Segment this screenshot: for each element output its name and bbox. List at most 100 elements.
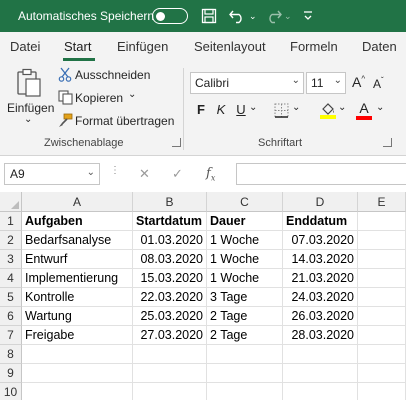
tab-einfuegen[interactable]: Einfügen <box>117 39 168 54</box>
cell-c1[interactable]: Dauer <box>207 212 283 231</box>
select-all-button[interactable] <box>0 192 22 212</box>
cell-c2[interactable]: 1 Woche <box>207 231 283 250</box>
cell-a1[interactable]: Aufgaben <box>22 212 133 231</box>
cell-b6[interactable]: 25.03.2020 <box>133 307 207 326</box>
row-header-3[interactable]: 3 <box>0 250 22 269</box>
tab-daten[interactable]: Daten <box>362 39 397 54</box>
row-header-4[interactable]: 4 <box>0 269 22 288</box>
cell-b9[interactable] <box>133 364 207 383</box>
cell-d8[interactable] <box>283 345 358 364</box>
cell-d3[interactable]: 14.03.2020 <box>283 250 358 269</box>
cell-d5[interactable]: 24.03.2020 <box>283 288 358 307</box>
cell-e7[interactable] <box>358 326 406 345</box>
cell-d1[interactable]: Enddatum <box>283 212 358 231</box>
paste-button[interactable]: Einfügen ⌄ <box>4 64 54 130</box>
cell-b5[interactable]: 22.03.2020 <box>133 288 207 307</box>
tab-seitenlayout[interactable]: Seitenlayout <box>194 39 266 54</box>
cell-e3[interactable] <box>358 250 406 269</box>
cell-c5[interactable]: 3 Tage <box>207 288 283 307</box>
cut-button[interactable]: Ausschneiden <box>58 66 154 84</box>
cell-d9[interactable] <box>283 364 358 383</box>
row-header-1[interactable]: 1 <box>0 212 22 231</box>
underline-dropdown-icon[interactable]: ⌄ <box>249 102 257 113</box>
cell-a6[interactable]: Wartung <box>22 307 133 326</box>
cell-b7[interactable]: 27.03.2020 <box>133 326 207 345</box>
cell-a3[interactable]: Entwurf <box>22 250 133 269</box>
row-header-7[interactable]: 7 <box>0 326 22 345</box>
row-header-2[interactable]: 2 <box>0 231 22 250</box>
cell-e4[interactable] <box>358 269 406 288</box>
column-header-d[interactable]: D <box>283 192 358 212</box>
cell-e1[interactable] <box>358 212 406 231</box>
customize-toolbar-icon[interactable] <box>302 6 314 26</box>
cell-b4[interactable]: 15.03.2020 <box>133 269 207 288</box>
undo-icon[interactable] <box>229 6 247 26</box>
borders-dropdown-icon[interactable]: ⌄ <box>292 102 300 113</box>
redo-dropdown-icon[interactable]: ⌄ <box>284 6 292 26</box>
cell-a7[interactable]: Freigabe <box>22 326 133 345</box>
cell-b3[interactable]: 08.03.2020 <box>133 250 207 269</box>
redo-icon[interactable] <box>264 6 282 26</box>
cell-e10[interactable] <box>358 383 406 400</box>
tab-formeln[interactable]: Formeln <box>290 39 338 54</box>
cell-c8[interactable] <box>207 345 283 364</box>
cell-e8[interactable] <box>358 345 406 364</box>
font-launcher-icon[interactable] <box>383 138 392 147</box>
fill-color-icon[interactable] <box>320 101 336 122</box>
fill-color-dropdown-icon[interactable]: ⌄ <box>338 102 346 113</box>
cancel-icon[interactable]: ✕ <box>139 166 150 182</box>
save-icon[interactable] <box>201 6 217 26</box>
column-header-e[interactable]: E <box>358 192 406 212</box>
font-color-dropdown-icon[interactable]: ⌄ <box>376 102 384 113</box>
tab-datei[interactable]: Datei <box>10 39 40 54</box>
font-size-combobox[interactable]: 11 ⌄ <box>306 72 346 94</box>
cell-a2[interactable]: Bedarfsanalyse <box>22 231 133 250</box>
tab-start[interactable]: Start <box>64 39 91 54</box>
cell-a4[interactable]: Implementierung <box>22 269 133 288</box>
row-header-10[interactable]: 10 <box>0 383 22 400</box>
cell-e2[interactable] <box>358 231 406 250</box>
column-header-b[interactable]: B <box>133 192 207 212</box>
formula-input[interactable] <box>236 163 406 185</box>
cell-c9[interactable] <box>207 364 283 383</box>
insert-function-icon[interactable]: fx <box>206 166 215 183</box>
cell-b2[interactable]: 01.03.2020 <box>133 231 207 250</box>
grow-font-button[interactable]: A^ <box>352 74 365 90</box>
cell-a10[interactable] <box>22 383 133 400</box>
font-name-combobox[interactable]: Calibri ⌄ <box>190 72 304 94</box>
italic-button[interactable]: K <box>213 102 229 117</box>
column-header-c[interactable]: C <box>207 192 283 212</box>
cell-c7[interactable]: 2 Tage <box>207 326 283 345</box>
cell-c4[interactable]: 1 Woche <box>207 269 283 288</box>
clipboard-launcher-icon[interactable] <box>172 138 181 147</box>
shrink-font-button[interactable]: Aˇ <box>373 76 384 91</box>
row-header-8[interactable]: 8 <box>0 345 22 364</box>
cell-d4[interactable]: 21.03.2020 <box>283 269 358 288</box>
borders-icon[interactable] <box>274 103 289 121</box>
cell-c3[interactable]: 1 Woche <box>207 250 283 269</box>
cell-b10[interactable] <box>133 383 207 400</box>
row-header-6[interactable]: 6 <box>0 307 22 326</box>
cell-d10[interactable] <box>283 383 358 400</box>
cell-e6[interactable] <box>358 307 406 326</box>
cell-d6[interactable]: 26.03.2020 <box>283 307 358 326</box>
cell-d2[interactable]: 07.03.2020 <box>283 231 358 250</box>
cell-e9[interactable] <box>358 364 406 383</box>
cell-b8[interactable] <box>133 345 207 364</box>
more-options-icon[interactable]: ⋮ <box>110 165 120 176</box>
cell-e5[interactable] <box>358 288 406 307</box>
cell-b1[interactable]: Startdatum <box>133 212 207 231</box>
copy-button[interactable]: Kopieren ⌄ <box>58 89 144 107</box>
name-box[interactable]: A9 ⌄ <box>4 163 100 185</box>
bold-button[interactable]: F <box>193 102 209 117</box>
undo-dropdown-icon[interactable]: ⌄ <box>249 6 257 26</box>
cell-a5[interactable]: Kontrolle <box>22 288 133 307</box>
cell-a9[interactable] <box>22 364 133 383</box>
cell-c6[interactable]: 2 Tage <box>207 307 283 326</box>
autosave-toggle[interactable] <box>152 8 188 24</box>
font-color-button[interactable]: A <box>356 100 372 120</box>
cell-c10[interactable] <box>207 383 283 400</box>
row-header-5[interactable]: 5 <box>0 288 22 307</box>
column-header-a[interactable]: A <box>22 192 133 212</box>
row-header-9[interactable]: 9 <box>0 364 22 383</box>
